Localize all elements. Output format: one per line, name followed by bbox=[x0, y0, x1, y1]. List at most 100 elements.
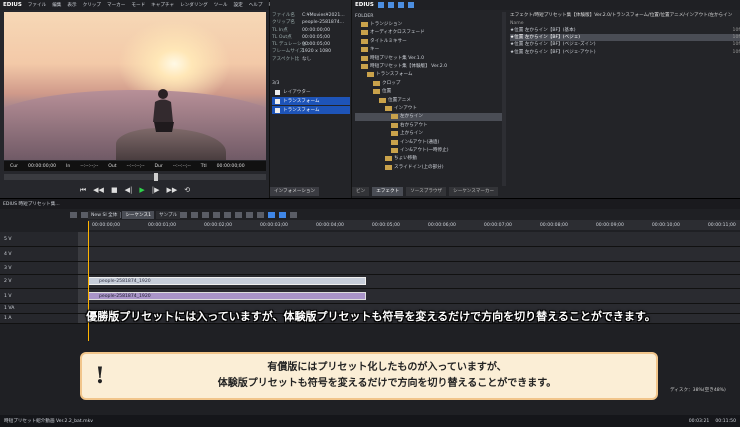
effect-item[interactable]: ★位置 左からイン【BF】(基本) 10f bbox=[510, 27, 740, 34]
menu-settings[interactable]: 設定 bbox=[233, 2, 242, 9]
tree-node[interactable]: 右からアウト bbox=[355, 121, 503, 129]
tree-node[interactable]: 位置 bbox=[355, 88, 503, 96]
tab-information[interactable]: インフォメーション bbox=[270, 187, 320, 196]
tree-node-selected[interactable]: 左からイン bbox=[355, 112, 503, 122]
layer-item[interactable]: トランスフォーム bbox=[272, 106, 350, 114]
step-forward-icon[interactable]: |▶ bbox=[152, 186, 160, 194]
tree-node[interactable]: 時短プリセット集【体験版】 Ver.2.0 bbox=[355, 62, 503, 70]
tab-sequence[interactable]: シーケンス1 bbox=[122, 211, 154, 219]
export-icon[interactable] bbox=[246, 211, 253, 218]
forward-icon[interactable]: ▶▶ bbox=[166, 186, 177, 194]
track-header[interactable]: 5 V bbox=[0, 232, 88, 247]
settings-icon[interactable] bbox=[290, 211, 297, 218]
menu-capture[interactable]: キャプチャ bbox=[151, 2, 174, 9]
track-header[interactable]: 4 V bbox=[0, 247, 88, 262]
checkbox-icon[interactable] bbox=[275, 89, 280, 95]
rewind-icon[interactable]: ◀◀ bbox=[93, 186, 104, 194]
tab-effects[interactable]: エフェクト bbox=[372, 187, 404, 196]
marker-icon[interactable] bbox=[191, 211, 198, 218]
track-channel[interactable] bbox=[78, 262, 88, 274]
menu-marker[interactable]: マーカー bbox=[107, 2, 125, 9]
tree-node[interactable]: 上からイン bbox=[355, 129, 503, 137]
tree-node[interactable]: インアウト bbox=[355, 104, 503, 112]
timeline-clip-selected[interactable]: people-2581874_1920 bbox=[88, 292, 366, 300]
tab-source-browser[interactable]: ソースブラウザ bbox=[406, 187, 447, 196]
snap-icon[interactable] bbox=[279, 211, 286, 218]
checkbox-icon[interactable] bbox=[275, 107, 280, 113]
tree-node[interactable]: スライドイン(上の部分) bbox=[355, 163, 503, 171]
tree-node[interactable]: トランジション bbox=[355, 20, 503, 28]
sync-icon[interactable] bbox=[180, 211, 187, 218]
tree-node[interactable]: イン&アウト(通過) bbox=[355, 138, 503, 146]
tree-node[interactable]: タイトルミキサー bbox=[355, 37, 503, 45]
stop-icon[interactable]: ■ bbox=[111, 186, 118, 194]
track-header[interactable]: 3 V bbox=[0, 262, 88, 275]
track-channel[interactable] bbox=[78, 247, 88, 261]
render-icon[interactable] bbox=[235, 211, 242, 218]
menu-render[interactable]: レンダリング bbox=[180, 2, 208, 9]
menu-file[interactable]: ファイル bbox=[28, 2, 46, 9]
track-channel[interactable] bbox=[78, 289, 88, 303]
ruler-tick: 00:00:03;00 bbox=[259, 222, 288, 228]
ruler-tick: 00:00:06;00 bbox=[427, 222, 456, 228]
track-lane[interactable] bbox=[88, 232, 740, 247]
menu-view[interactable]: 表示 bbox=[67, 2, 76, 9]
track-label: 1 V bbox=[4, 293, 12, 299]
track-lane[interactable] bbox=[88, 262, 740, 275]
view-mode-icon[interactable] bbox=[268, 211, 275, 218]
track-channel[interactable] bbox=[78, 232, 88, 246]
layer-item[interactable]: レイアウター bbox=[272, 88, 350, 96]
info-row: クリップ名 people-2581874... bbox=[270, 19, 351, 26]
checkbox-icon[interactable] bbox=[275, 98, 280, 104]
menu-edit[interactable]: 編集 bbox=[52, 2, 61, 9]
tab-sequence[interactable]: New Sl 全体 bbox=[88, 211, 121, 219]
tree-node[interactable]: クロップ bbox=[355, 79, 503, 87]
open-icon[interactable] bbox=[81, 211, 88, 218]
timeline-ruler[interactable]: 00:00:00;00 00:00:01;00 00:00:02;00 00:0… bbox=[88, 220, 740, 230]
seek-bar[interactable] bbox=[4, 173, 266, 181]
new-sequence-icon[interactable] bbox=[70, 211, 77, 218]
layer-item[interactable]: トランスフォーム bbox=[272, 97, 350, 105]
track-header[interactable]: 1 V bbox=[0, 289, 88, 304]
menu-mode[interactable]: モード bbox=[131, 2, 145, 9]
tree-scrollbar[interactable] bbox=[502, 12, 506, 186]
column-header-name[interactable]: Name bbox=[510, 20, 740, 27]
effect-item[interactable]: ★位置 左からイン【BF】(ベジェ-アウト) 10f bbox=[510, 49, 740, 56]
transport-controls: ⏮ ◀◀ ■ ◀| ▶ |▶ ▶▶ ⟲ bbox=[4, 184, 266, 196]
tree-node[interactable]: トランスフォーム bbox=[355, 71, 503, 79]
menu-help[interactable]: ヘルプ bbox=[249, 2, 263, 9]
menu-clip[interactable]: クリップ bbox=[83, 2, 101, 9]
mixer-icon[interactable] bbox=[224, 211, 231, 218]
tree-node[interactable]: イン&アウト(一時停止) bbox=[355, 146, 503, 154]
effect-item[interactable]: ★位置 左からイン【BF】(ベジェ-ズイン) 10f bbox=[510, 41, 740, 48]
track-header[interactable]: 2 V bbox=[0, 275, 88, 289]
tree-node[interactable]: ちょい移動 bbox=[355, 155, 503, 163]
seek-knob[interactable] bbox=[154, 173, 158, 181]
tree-node[interactable]: オーディオクロスフェード bbox=[355, 29, 503, 37]
step-back-icon[interactable]: ◀| bbox=[125, 186, 133, 194]
information-panel: ファイル名 C:¥Movies¥2021... クリップ名 people-25818… bbox=[270, 0, 352, 198]
effects-path: エフェクト/時短プリセット集【体験版】Ver.2.0/トランスフォーム/位置/位… bbox=[510, 13, 733, 18]
folder-view-icon[interactable] bbox=[377, 2, 384, 8]
menu-tools[interactable]: ツール bbox=[214, 2, 228, 9]
tree-node[interactable]: 時短プリセット集 Ver.1.0 bbox=[355, 54, 503, 62]
tab-sequence-marker[interactable]: シーケンスマーカー bbox=[449, 187, 499, 196]
track-lane[interactable] bbox=[88, 247, 740, 262]
trim-icon[interactable] bbox=[213, 211, 220, 218]
tab-sequence[interactable]: サンプル bbox=[156, 211, 181, 219]
folder-icon bbox=[379, 97, 386, 103]
zoom-icon[interactable] bbox=[257, 211, 264, 218]
detail-view-icon[interactable] bbox=[397, 2, 404, 8]
effect-item-selected[interactable]: ★位置 左からイン【BF】(ベジェ) 10f bbox=[510, 34, 740, 42]
track-channel[interactable] bbox=[78, 275, 88, 288]
tree-node[interactable]: 位置アニメ bbox=[355, 96, 503, 104]
loop-icon[interactable]: ⟲ bbox=[184, 186, 190, 194]
play-icon[interactable]: ▶ bbox=[139, 186, 144, 194]
list-view-icon[interactable] bbox=[387, 2, 394, 8]
split-icon[interactable] bbox=[202, 211, 209, 218]
prev-icon[interactable]: ⏮ bbox=[80, 186, 86, 195]
timeline-clip[interactable]: people-2581874_1920 bbox=[88, 277, 366, 285]
search-icon[interactable] bbox=[407, 2, 414, 8]
tab-bin[interactable]: ビン bbox=[352, 187, 370, 196]
tree-node[interactable]: キー bbox=[355, 46, 503, 54]
